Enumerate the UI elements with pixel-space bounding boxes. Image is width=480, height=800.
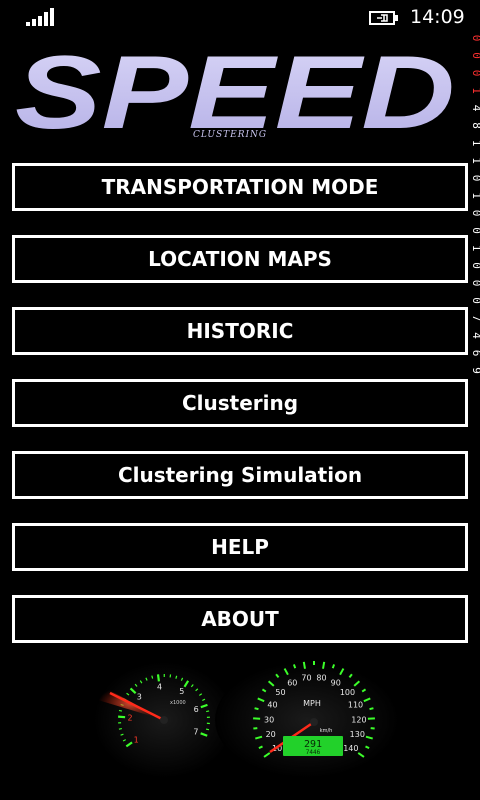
tach-tick-label: 7 xyxy=(193,728,198,737)
tach-tick-label: 3 xyxy=(137,693,142,702)
side-counter-digit: 0 xyxy=(470,35,480,42)
tach-tick xyxy=(205,728,210,731)
about-button[interactable]: ABOUT xyxy=(12,595,468,643)
speed-tick xyxy=(254,707,259,711)
side-counter-digit: 0 xyxy=(470,70,480,77)
speed-tick-label: 120 xyxy=(351,715,366,724)
speed-tick-label: 30 xyxy=(264,715,274,724)
side-counter-digit: 4 xyxy=(470,332,480,339)
side-counter-digit: 9 xyxy=(470,367,480,374)
tach-tick xyxy=(175,675,178,679)
speed-tick xyxy=(331,664,336,669)
speed-tick xyxy=(302,661,306,669)
side-counter-digit: 0 xyxy=(470,280,480,287)
side-counter-digit: 1 xyxy=(470,245,480,252)
side-counter-digit: 1 xyxy=(470,192,480,199)
tach-tick xyxy=(151,675,154,679)
side-counter-digit: 1 xyxy=(470,140,480,147)
speed-tick-label: 80 xyxy=(316,674,326,683)
speed-tick-label: 110 xyxy=(348,701,363,710)
side-counter-digit: 7 xyxy=(470,315,480,322)
speed-tick-label: 20 xyxy=(266,730,276,739)
side-counter-digit: 1 xyxy=(470,157,480,164)
transportation-mode-button[interactable]: TRANSPORTATION MODE xyxy=(12,163,468,211)
tach-tick xyxy=(118,727,122,730)
speed-tick-label: 60 xyxy=(287,679,297,688)
speed-tick xyxy=(292,664,297,669)
tach-hub xyxy=(160,716,168,724)
side-counter-digit: 0 xyxy=(470,52,480,59)
tach-tick-label: 4 xyxy=(157,682,162,691)
battery-charging-icon xyxy=(369,11,398,25)
tach-unit: x1000 xyxy=(170,700,186,706)
speed-tick-label: 40 xyxy=(267,701,277,710)
speed-tick-label: 70 xyxy=(301,674,311,683)
side-counter: 0 0 0 1 4 8 1 1 0 1 0 0 1 0 0 0 7 4 6 9 xyxy=(470,35,480,374)
speed-unit: MPH xyxy=(303,699,321,708)
speed-tick-label: 130 xyxy=(350,730,365,739)
speed-tick-label: 100 xyxy=(340,688,355,697)
speed-tick-label: 50 xyxy=(275,688,285,697)
status-time: 14:09 xyxy=(410,6,465,28)
side-counter-digit: 0 xyxy=(470,210,480,217)
side-counter-digit: 0 xyxy=(470,175,480,182)
tach-tick-label: 1 xyxy=(134,736,139,745)
clustering-button[interactable]: Clustering xyxy=(12,379,468,427)
tach-tick xyxy=(118,715,126,719)
side-counter-digit: 0 xyxy=(470,262,480,269)
tach-tick-label: 2 xyxy=(128,714,133,723)
speed-tick-label: 140 xyxy=(343,744,358,753)
signal-strength-icon xyxy=(26,8,54,26)
location-maps-button[interactable]: LOCATION MAPS xyxy=(12,235,468,283)
speed-tick-label: 90 xyxy=(331,679,341,688)
logo-subtitle: CLUSTERING xyxy=(193,130,268,140)
speed-unit-kmh: km/h xyxy=(320,728,333,734)
tach-tick-label: 5 xyxy=(179,687,184,696)
help-button[interactable]: HELP xyxy=(12,523,468,571)
status-bar: 14:09 xyxy=(0,0,480,32)
side-counter-digit: 4 xyxy=(470,105,480,112)
trip-value: 7446 xyxy=(306,749,321,756)
tach-tick xyxy=(118,709,123,712)
side-counter-digit: 1 xyxy=(470,87,480,94)
side-counter-digit: 6 xyxy=(470,350,480,357)
side-counter-digit: 8 xyxy=(470,122,480,129)
dashboard-gauges-image: 1234567 10203040506070809010011012013014… xyxy=(82,658,402,778)
speed-tick xyxy=(322,661,326,669)
tach-tick-label: 6 xyxy=(194,705,199,714)
speed-tick xyxy=(369,707,374,711)
tach-tick xyxy=(156,674,161,682)
historic-button[interactable]: HISTORIC xyxy=(12,307,468,355)
side-counter-digit: 0 xyxy=(470,297,480,304)
side-counter-digit: 0 xyxy=(470,227,480,234)
tach-tick xyxy=(206,710,210,713)
speed-hub xyxy=(310,718,318,726)
clustering-simulation-button[interactable]: Clustering Simulation xyxy=(12,451,468,499)
